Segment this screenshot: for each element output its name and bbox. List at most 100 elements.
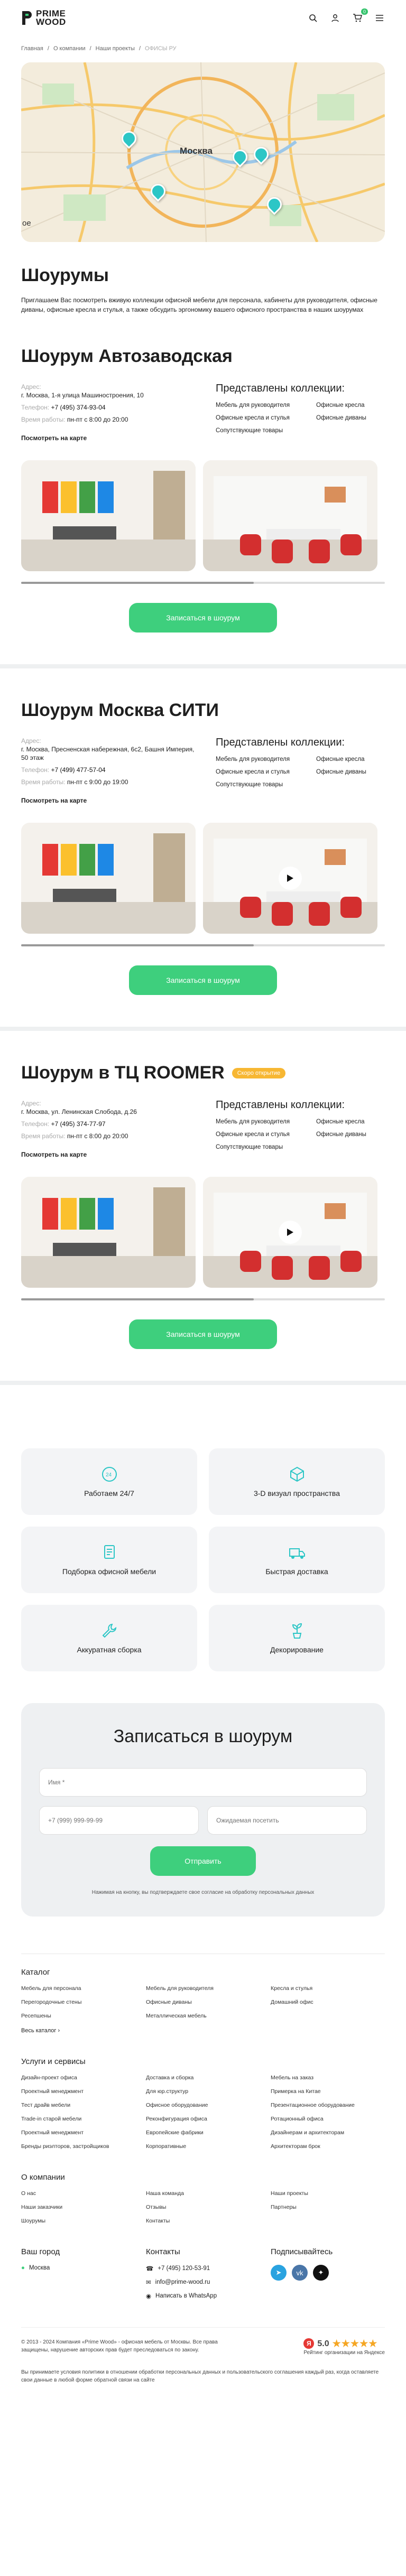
collection-link[interactable]: Офисные диваны — [316, 1131, 385, 1138]
breadcrumb-item[interactable]: О компании — [53, 45, 86, 52]
footer-link[interactable]: Наша команда — [146, 2190, 271, 2197]
footer-link[interactable]: Проектный менеджмент — [21, 2129, 146, 2136]
vk-icon[interactable]: vk — [292, 2265, 308, 2281]
footer-link[interactable]: Тест драйв мебели — [21, 2102, 146, 2108]
showroom-photo[interactable] — [21, 1177, 196, 1288]
play-icon[interactable] — [279, 1221, 302, 1244]
whatsapp-link[interactable]: ◉ Написать в WhatsApp — [146, 2292, 271, 2300]
footer-link[interactable]: Кресла и стулья — [271, 1985, 376, 1992]
collection-link[interactable]: Офисные кресла и стулья — [216, 769, 316, 775]
footer-link[interactable]: Реконфигурация офиса — [146, 2116, 271, 2122]
map-link[interactable]: Посмотреть на карте — [21, 796, 87, 805]
footer-link[interactable]: Наши заказчики — [21, 2204, 146, 2210]
phone-link[interactable]: ☎ +7 (495) 120-53-91 — [146, 2265, 271, 2272]
phone-value[interactable]: +7 (499) 477-57-04 — [51, 766, 105, 774]
footer-link[interactable]: Партнеры — [271, 2204, 376, 2210]
breadcrumb-item[interactable]: Главная — [21, 45, 43, 52]
cart-icon[interactable]: 0 — [352, 8, 368, 23]
footer-link[interactable]: Мебель для руководителя — [146, 1985, 271, 1992]
footer-link[interactable]: Офисное оборудование — [146, 2102, 271, 2108]
showroom-map[interactable]: Москва ое — [21, 62, 385, 242]
footer-link[interactable]: Примерка на Китае — [271, 2088, 376, 2095]
phone-value[interactable]: +7 (495) 374-93-04 — [51, 404, 105, 411]
footer-link[interactable]: Наши проекты — [271, 2190, 376, 2197]
user-icon[interactable] — [330, 13, 340, 23]
collection-link[interactable]: Офисные кресла — [316, 402, 385, 408]
footer-link[interactable]: Контакты — [146, 2218, 271, 2224]
date-field[interactable] — [207, 1806, 367, 1835]
showroom-photo[interactable] — [203, 823, 377, 934]
footer-link[interactable]: Корпоративные — [146, 2143, 271, 2150]
footer-link[interactable]: Шоурумы — [21, 2218, 146, 2224]
submit-button[interactable]: Отправить — [150, 1846, 256, 1876]
footer-link[interactable]: Ротационный офиса — [271, 2116, 376, 2122]
menu-icon[interactable] — [374, 13, 385, 23]
footer-link[interactable] — [271, 2013, 376, 2019]
play-icon[interactable] — [279, 867, 302, 890]
footer-link[interactable]: Дизайнерам и архитекторам — [271, 2129, 376, 2136]
footer-link[interactable]: Металлическая мебель — [146, 2013, 271, 2019]
search-icon[interactable] — [308, 13, 318, 23]
footer-link[interactable]: Мебель для персонала — [21, 1985, 146, 1992]
map-link[interactable]: Посмотреть на карте — [21, 1150, 87, 1159]
logo[interactable]: PRIME WOOD — [21, 9, 66, 26]
footer-link[interactable]: Проектный менеджмент — [21, 2088, 146, 2095]
book-showroom-button[interactable]: Записаться в шоурум — [129, 965, 277, 995]
collection-link[interactable]: Офисные кресла и стулья — [216, 415, 316, 421]
cart-badge: 0 — [361, 8, 368, 15]
star-social-icon[interactable]: ✦ — [313, 2265, 329, 2281]
book-showroom-button[interactable]: Записаться в шоурум — [129, 1319, 277, 1349]
breadcrumb-item[interactable]: Наши проекты — [96, 45, 135, 52]
phone-field[interactable] — [39, 1806, 199, 1835]
footer-link[interactable]: Отзывы — [146, 2204, 271, 2210]
collection-link[interactable]: Сопутствующие товары — [216, 427, 316, 434]
yandex-rating[interactable]: Я 5.0 ★★★★★ — [303, 2338, 385, 2349]
divider — [0, 1381, 406, 1385]
phone-value[interactable]: +7 (495) 374-77-97 — [51, 1120, 105, 1128]
catalog-all-link[interactable]: Весь каталог › — [21, 2028, 385, 2034]
collection-link[interactable]: Мебель для руководителя — [216, 402, 316, 408]
book-showroom-button[interactable]: Записаться в шоурум — [129, 603, 277, 633]
email-link[interactable]: ✉ info@prime-wood.ru — [146, 2279, 271, 2286]
footer-link[interactable]: Для юр.структур — [146, 2088, 271, 2095]
carousel-scrollbar[interactable] — [21, 1298, 385, 1300]
features-grid: 24 Работаем 24/7 3-D визуал пространства … — [21, 1448, 385, 1671]
photo-carousel[interactable] — [21, 823, 385, 934]
footer-link[interactable]: Перегородочные стены — [21, 1999, 146, 2005]
collections-title: Представлены коллекции: — [216, 737, 345, 748]
footer-link[interactable]: Бренды риэлторов, застройщиков — [21, 2143, 146, 2150]
name-field[interactable] — [39, 1768, 367, 1797]
photo-carousel[interactable] — [21, 1177, 385, 1288]
carousel-scrollbar[interactable] — [21, 944, 385, 946]
collection-link[interactable]: Офисные кресла — [316, 1119, 385, 1125]
photo-carousel[interactable] — [21, 460, 385, 571]
collection-link[interactable]: Мебель для руководителя — [216, 756, 316, 762]
city-selector[interactable]: ● Москва — [21, 2265, 146, 2271]
footer-link[interactable]: Мебель на заказ — [271, 2075, 376, 2081]
footer-link[interactable]: Презентационное оборудование — [271, 2102, 376, 2108]
showroom-photo[interactable] — [21, 460, 196, 571]
showroom-photo[interactable] — [203, 1177, 377, 1288]
footer-link[interactable]: Европейские фабрики — [146, 2129, 271, 2136]
map-link[interactable]: Посмотреть на карте — [21, 434, 87, 442]
footer-link[interactable]: О нас — [21, 2190, 146, 2197]
footer-link[interactable]: Архитекторам брок — [271, 2143, 376, 2150]
footer-link[interactable]: Дизайн-проект офиса — [21, 2075, 146, 2081]
collection-link[interactable]: Мебель для руководителя — [216, 1119, 316, 1125]
footer-link[interactable]: Ресепшены — [21, 2013, 146, 2019]
footer-link[interactable]: Доставка и сборка — [146, 2075, 271, 2081]
collection-link[interactable]: Сопутствующие товары — [216, 782, 316, 788]
footer-link[interactable] — [271, 2218, 376, 2224]
carousel-scrollbar[interactable] — [21, 582, 385, 584]
collection-link[interactable]: Офисные кресла — [316, 756, 385, 762]
showroom-photo[interactable] — [203, 460, 377, 571]
collection-link[interactable]: Офисные диваны — [316, 415, 385, 421]
telegram-icon[interactable]: ➤ — [271, 2265, 287, 2281]
footer-link[interactable]: Офисные диваны — [146, 1999, 271, 2005]
collection-link[interactable]: Сопутствующие товары — [216, 1144, 316, 1150]
footer-link[interactable]: Домашний офис — [271, 1999, 376, 2005]
collection-link[interactable]: Офисные диваны — [316, 769, 385, 775]
showroom-photo[interactable] — [21, 823, 196, 934]
collection-link[interactable]: Офисные кресла и стулья — [216, 1131, 316, 1138]
footer-link[interactable]: Trade-in старой мебели — [21, 2116, 146, 2122]
